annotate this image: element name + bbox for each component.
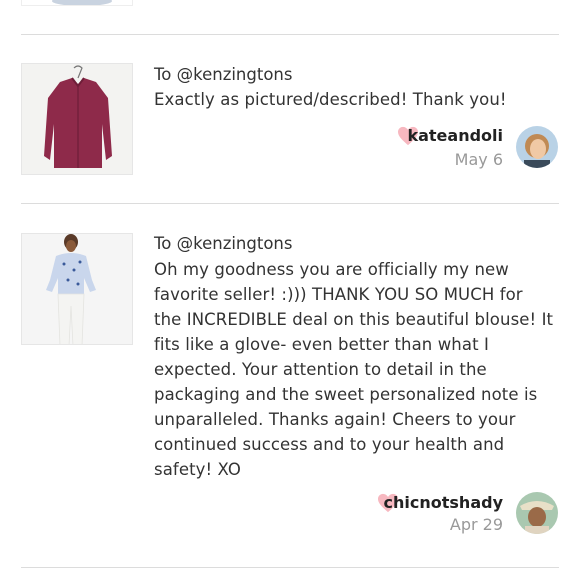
review-date: Apr 29	[449, 515, 503, 534]
reviewer-avatar[interactable]	[516, 126, 558, 168]
divider	[21, 567, 559, 568]
previous-item-thumbnail[interactable]	[21, 0, 133, 6]
reviewer-username[interactable]: kateandoli	[407, 126, 503, 145]
divider	[21, 34, 559, 35]
divider	[21, 203, 559, 204]
review-message: Oh my goodness you are officially my new…	[154, 260, 554, 479]
reviewer-avatar[interactable]	[516, 492, 558, 534]
blue-blouse-image	[22, 234, 132, 344]
review-message: Exactly as pictured/described! Thank you…	[154, 90, 507, 109]
review-recipient: To @kenzingtons	[154, 65, 293, 84]
previous-item-image	[22, 0, 132, 5]
item-thumbnail-red-shirt[interactable]	[21, 63, 133, 175]
review-date: May 6	[454, 150, 503, 169]
red-shirt-image	[22, 64, 132, 174]
item-thumbnail-blue-blouse[interactable]	[21, 233, 133, 345]
review-recipient: To @kenzingtons	[154, 234, 293, 253]
reviewer-username[interactable]: chicnotshady	[384, 493, 503, 512]
